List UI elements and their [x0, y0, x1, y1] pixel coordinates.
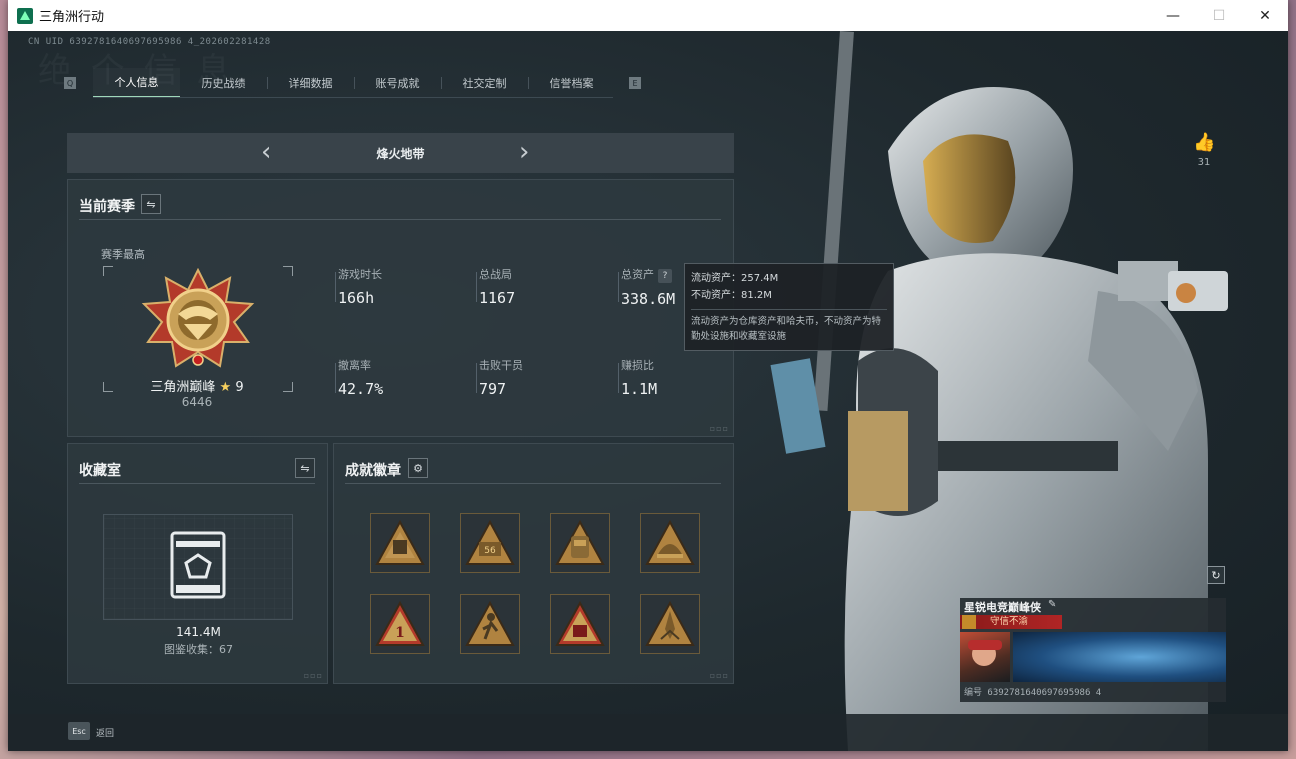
mode-selector: ‹ 烽火地带 ›	[67, 133, 734, 173]
uid-label: CN UID 6392781640697695986 4_20260228142…	[28, 37, 271, 47]
app-logo-icon	[17, 7, 33, 24]
stat-profit-loss: 赚损比 1.1M	[621, 359, 658, 398]
tab-next-key-icon[interactable]: E	[629, 77, 641, 89]
rank-level: 9	[235, 380, 244, 395]
season-divider	[79, 219, 721, 220]
collection-title: 收藏室	[79, 463, 121, 479]
stat-total-matches: 总战局 1167	[479, 268, 516, 307]
crate-badge-icon[interactable]	[550, 594, 610, 654]
tab-social[interactable]: 社交定制	[441, 68, 528, 98]
window-controls: — ☐ ✕	[1150, 0, 1288, 31]
svg-text:56: 56	[484, 546, 496, 556]
runner-badge-icon[interactable]	[460, 594, 520, 654]
season-panel: 当前赛季 ⇋ 赛季最高 三角洲巅峰 ★ 9 6446 游戏时长 166h 总战局…	[67, 179, 734, 437]
tab-achievements[interactable]: 账号成就	[354, 68, 441, 98]
back-label[interactable]: 返回	[96, 726, 114, 739]
tabs-divider	[93, 97, 613, 98]
rank-medal-icon	[141, 268, 255, 368]
season-peak-label: 赛季最高	[101, 248, 145, 261]
bottom-bar: Esc 返回	[8, 714, 1288, 751]
game-window: 三角洲行动 — ☐ ✕ 绝 个 信 息 CN UID 6392781640697…	[8, 0, 1288, 751]
close-icon[interactable]: ✕	[1242, 0, 1288, 31]
rank-star-icon: ★	[219, 380, 232, 395]
esc-key-icon[interactable]: Esc	[68, 722, 90, 740]
collection-value: 141.4M	[176, 625, 221, 639]
like-counter: 👍 31	[1193, 132, 1215, 168]
rank-name: 三角洲巅峰 ★ 9	[150, 380, 244, 395]
rocket-badge-icon[interactable]	[640, 594, 700, 654]
tab-personal-info[interactable]: 个人信息	[93, 68, 180, 98]
profile-card[interactable]: 星锐电竞巅峰侠 ✎ 守信不渝 编号 6392781640697695986 4	[960, 598, 1226, 702]
vault-frame[interactable]	[103, 514, 293, 620]
badges-title: 成就徽章	[345, 463, 401, 479]
stat-playtime: 游戏时长 166h	[338, 268, 382, 307]
collection-count: 图鉴收集：67	[164, 643, 233, 656]
tab-prev-key-icon[interactable]: Q	[64, 77, 76, 89]
assets-tooltip: 流动资产：257.4M 不动资产：81.2M 流动资产为仓库资产和哈夫币，不动资…	[684, 263, 894, 351]
collection-swap-icon[interactable]: ⇋	[295, 458, 315, 478]
season-title: 当前赛季	[79, 199, 135, 215]
tab-reputation[interactable]: 信誉档案	[528, 68, 615, 98]
profile-card-title: 星锐电竞巅峰侠	[964, 601, 1041, 614]
thumbs-up-icon[interactable]: 👍	[1193, 132, 1215, 153]
like-count: 31	[1197, 157, 1211, 168]
badges-settings-icon[interactable]: ⚙	[408, 458, 428, 478]
title-bar: 三角洲行动 — ☐ ✕	[8, 0, 1288, 31]
stat-operators-defeated: 击败干员 797	[479, 359, 523, 398]
tooltip-liquid-assets: 流动资产：257.4M	[691, 273, 779, 284]
collection-panel: 收藏室 ⇋ 141.4M 图鉴收集：67 ▫▫▫	[67, 443, 328, 684]
tooltip-fixed-assets: 不动资产：81.2M	[691, 290, 772, 301]
vest-badge-icon[interactable]	[550, 513, 610, 573]
edit-icon[interactable]: ✎	[1048, 599, 1056, 610]
svg-text:1: 1	[395, 625, 405, 641]
rank-score: 6446	[181, 395, 213, 409]
maximize-icon[interactable]: ☐	[1196, 0, 1242, 31]
window-title: 三角洲行动	[39, 9, 105, 24]
stat-extraction-rate: 撤离率 42.7%	[338, 359, 384, 398]
mode-prev-icon[interactable]: ‹	[261, 137, 271, 167]
tab-bar: Q 个人信息 历史战绩 详细数据 账号成就 社交定制 信誉档案 E	[64, 68, 644, 98]
tab-details[interactable]: 详细数据	[267, 68, 354, 98]
rank-medal-frame	[103, 266, 293, 392]
assets-help-icon[interactable]: ?	[658, 269, 672, 283]
56-badge-icon[interactable]: 56	[460, 513, 520, 573]
profile-banner	[1013, 632, 1226, 682]
refresh-icon[interactable]: ↻	[1207, 566, 1225, 584]
game-viewport: 绝 个 信 息 CN UID 6392781640697695986 4_202…	[8, 31, 1288, 751]
tab-history[interactable]: 历史战绩	[180, 68, 267, 98]
vault-icon	[170, 531, 226, 599]
helmet-badge-icon[interactable]	[640, 513, 700, 573]
avatar	[960, 632, 1010, 682]
season-swap-icon[interactable]: ⇋	[141, 194, 161, 214]
mode-label: 烽火地带	[376, 146, 425, 161]
infantry-badge-icon[interactable]	[370, 513, 430, 573]
minimize-icon[interactable]: —	[1150, 0, 1196, 31]
tooltip-description: 流动资产为仓库资产和哈夫币，不动资产为特勤处设施和收藏室设施	[691, 316, 882, 342]
number-one-badge-icon[interactable]: 1	[370, 594, 430, 654]
achievement-badges-panel: 成就徽章 ⚙ 56 1 ▫▫▫	[333, 443, 734, 684]
motto-badge-icon	[962, 615, 976, 629]
profile-id: 编号 6392781640697695986 4	[964, 688, 1102, 698]
mode-next-icon[interactable]: ›	[519, 137, 529, 167]
